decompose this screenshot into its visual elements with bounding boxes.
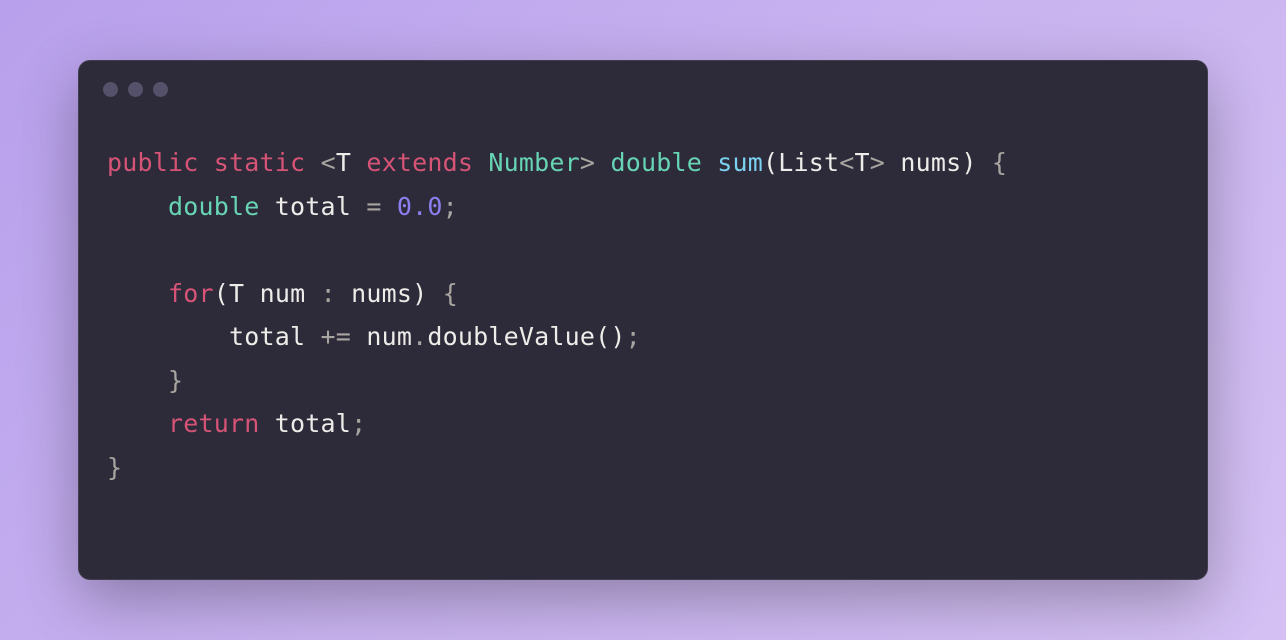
- title-bar: [79, 61, 1207, 117]
- code-line: for(T num : nums) {: [107, 272, 1179, 316]
- code-token: (: [214, 279, 229, 308]
- code-line: total += num.doubleValue();: [107, 315, 1179, 359]
- code-token: {: [443, 279, 458, 308]
- code-token: (: [763, 148, 778, 177]
- code-token: [427, 279, 442, 308]
- code-token: [977, 148, 992, 177]
- code-token: [473, 148, 488, 177]
- code-token: ;: [626, 322, 641, 351]
- code-token: num: [366, 322, 412, 351]
- close-icon[interactable]: [103, 82, 118, 97]
- code-token: Number: [488, 148, 580, 177]
- code-token: +=: [321, 322, 352, 351]
- code-token: num: [260, 279, 306, 308]
- code-token: ): [961, 148, 976, 177]
- code-token: [199, 148, 214, 177]
- code-line: return total;: [107, 402, 1179, 446]
- maximize-icon[interactable]: [153, 82, 168, 97]
- code-token: [382, 192, 397, 221]
- code-token: total: [275, 192, 351, 221]
- code-token: {: [992, 148, 1007, 177]
- code-token: :: [321, 279, 336, 308]
- code-token: [107, 235, 122, 264]
- code-line: double total = 0.0;: [107, 185, 1179, 229]
- code-token: total: [229, 322, 305, 351]
- code-token: >: [870, 148, 885, 177]
- code-token: [260, 409, 275, 438]
- code-token: [305, 322, 320, 351]
- code-line: }: [107, 359, 1179, 403]
- code-token: [351, 192, 366, 221]
- code-token: [107, 192, 168, 221]
- code-token: nums: [351, 279, 412, 308]
- code-editor-window: public static <T extends Number> double …: [78, 60, 1208, 580]
- code-token: [107, 366, 168, 395]
- code-token: [885, 148, 900, 177]
- code-token: .: [412, 322, 427, 351]
- code-token: for: [168, 279, 214, 308]
- code-token: nums: [900, 148, 961, 177]
- code-token: double: [610, 148, 702, 177]
- code-token: public: [107, 148, 199, 177]
- code-token: T: [229, 279, 244, 308]
- code-token: =: [366, 192, 381, 221]
- code-token: List: [778, 148, 839, 177]
- code-token: sum: [717, 148, 763, 177]
- code-token: <: [321, 148, 336, 177]
- code-token: static: [214, 148, 306, 177]
- code-token: [107, 279, 168, 308]
- code-token: [351, 148, 366, 177]
- code-token: T: [855, 148, 870, 177]
- code-token: [107, 409, 168, 438]
- code-token: [244, 279, 259, 308]
- code-token: [351, 322, 366, 351]
- code-token: ;: [351, 409, 366, 438]
- code-token: ;: [443, 192, 458, 221]
- code-token: }: [168, 366, 183, 395]
- code-line: public static <T extends Number> double …: [107, 141, 1179, 185]
- minimize-icon[interactable]: [128, 82, 143, 97]
- code-token: 0.0: [397, 192, 443, 221]
- code-token: [107, 322, 229, 351]
- code-token: >: [580, 148, 595, 177]
- code-token: [702, 148, 717, 177]
- code-token: <: [839, 148, 854, 177]
- code-token: extends: [366, 148, 473, 177]
- code-token: [260, 192, 275, 221]
- code-token: total: [275, 409, 351, 438]
- code-token: [305, 279, 320, 308]
- code-line: }: [107, 446, 1179, 490]
- code-line: [107, 228, 1179, 272]
- code-token: doubleValue: [427, 322, 595, 351]
- code-area[interactable]: public static <T extends Number> double …: [79, 117, 1207, 579]
- code-token: [595, 148, 610, 177]
- code-token: (: [595, 322, 610, 351]
- code-token: }: [107, 453, 122, 482]
- code-token: double: [168, 192, 260, 221]
- code-token: [336, 279, 351, 308]
- code-token: ): [412, 279, 427, 308]
- code-token: return: [168, 409, 260, 438]
- code-token: T: [336, 148, 351, 177]
- code-token: [305, 148, 320, 177]
- code-token: ): [610, 322, 625, 351]
